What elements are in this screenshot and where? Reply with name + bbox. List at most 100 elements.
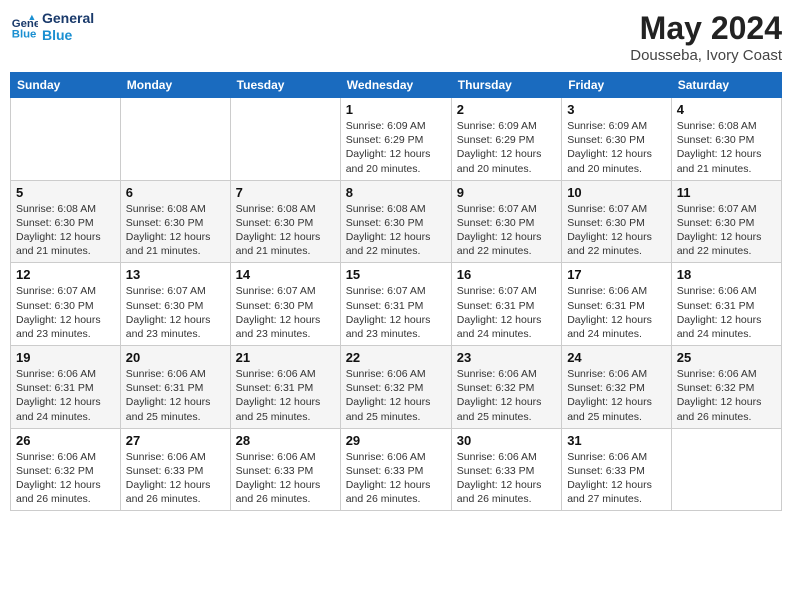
calendar-cell: 30 Sunrise: 6:06 AM Sunset: 6:33 PM Dayli… (451, 428, 561, 511)
day-number: 30 (457, 433, 556, 448)
day-info: Sunrise: 6:06 AM Sunset: 6:31 PM Dayligh… (126, 367, 225, 424)
calendar-cell: 5 Sunrise: 6:08 AM Sunset: 6:30 PM Daylig… (11, 180, 121, 263)
calendar-cell: 24 Sunrise: 6:06 AM Sunset: 6:32 PM Dayli… (562, 346, 672, 429)
day-number: 16 (457, 267, 556, 282)
calendar-cell: 2 Sunrise: 6:09 AM Sunset: 6:29 PM Daylig… (451, 98, 561, 181)
day-info: Sunrise: 6:08 AM Sunset: 6:30 PM Dayligh… (677, 119, 776, 176)
day-info: Sunrise: 6:08 AM Sunset: 6:30 PM Dayligh… (236, 202, 335, 259)
day-info: Sunrise: 6:06 AM Sunset: 6:32 PM Dayligh… (16, 450, 115, 507)
day-info: Sunrise: 6:06 AM Sunset: 6:33 PM Dayligh… (567, 450, 666, 507)
day-info: Sunrise: 6:07 AM Sunset: 6:31 PM Dayligh… (457, 284, 556, 341)
day-info: Sunrise: 6:09 AM Sunset: 6:30 PM Dayligh… (567, 119, 666, 176)
day-header: Saturday (671, 73, 781, 98)
logo-line1: General (42, 10, 94, 27)
day-number: 24 (567, 350, 666, 365)
calendar-header-row: SundayMondayTuesdayWednesdayThursdayFrid… (11, 73, 782, 98)
day-number: 12 (16, 267, 115, 282)
calendar-cell: 9Sunrise: 6:07 AM Sunset: 6:30 PM Daylig… (451, 180, 561, 263)
calendar-week-row: 19 Sunrise: 6:06 AM Sunset: 6:31 PM Dayli… (11, 346, 782, 429)
day-number: 23 (457, 350, 556, 365)
day-number: 14 (236, 267, 335, 282)
day-header: Thursday (451, 73, 561, 98)
logo-icon: General Blue (10, 13, 38, 41)
day-number: 8 (346, 185, 446, 200)
calendar-cell: 10Sunrise: 6:07 AM Sunset: 6:30 PM Dayli… (562, 180, 672, 263)
calendar-cell: 22Sunrise: 6:06 AM Sunset: 6:32 PM Dayli… (340, 346, 451, 429)
day-header: Monday (120, 73, 230, 98)
calendar-cell: 8 Sunrise: 6:08 AM Sunset: 6:30 PM Daylig… (340, 180, 451, 263)
calendar-cell: 27 Sunrise: 6:06 AM Sunset: 6:33 PM Dayli… (120, 428, 230, 511)
day-info: Sunrise: 6:08 AM Sunset: 6:30 PM Dayligh… (16, 202, 115, 259)
day-number: 13 (126, 267, 225, 282)
calendar-cell: 6 Sunrise: 6:08 AM Sunset: 6:30 PM Daylig… (120, 180, 230, 263)
calendar-cell: 23 Sunrise: 6:06 AM Sunset: 6:32 PM Dayli… (451, 346, 561, 429)
calendar-cell: 19 Sunrise: 6:06 AM Sunset: 6:31 PM Dayli… (11, 346, 121, 429)
logo: General Blue General Blue (10, 10, 94, 44)
day-header: Friday (562, 73, 672, 98)
day-info: Sunrise: 6:06 AM Sunset: 6:31 PM Dayligh… (236, 367, 335, 424)
day-info: Sunrise: 6:06 AM Sunset: 6:33 PM Dayligh… (236, 450, 335, 507)
day-info: Sunrise: 6:06 AM Sunset: 6:31 PM Dayligh… (677, 284, 776, 341)
day-info: Sunrise: 6:07 AM Sunset: 6:30 PM Dayligh… (236, 284, 335, 341)
day-header: Tuesday (230, 73, 340, 98)
calendar-cell: 13 Sunrise: 6:07 AM Sunset: 6:30 PM Dayli… (120, 263, 230, 346)
calendar-cell: 16 Sunrise: 6:07 AM Sunset: 6:31 PM Dayli… (451, 263, 561, 346)
calendar-cell: 3 Sunrise: 6:09 AM Sunset: 6:30 PM Daylig… (562, 98, 672, 181)
day-header: Sunday (11, 73, 121, 98)
calendar-cell: 25Sunrise: 6:06 AM Sunset: 6:32 PM Dayli… (671, 346, 781, 429)
calendar-cell: 18 Sunrise: 6:06 AM Sunset: 6:31 PM Dayli… (671, 263, 781, 346)
calendar-cell (11, 98, 121, 181)
day-info: Sunrise: 6:06 AM Sunset: 6:33 PM Dayligh… (346, 450, 446, 507)
calendar-cell: 1Sunrise: 6:09 AM Sunset: 6:29 PM Daylig… (340, 98, 451, 181)
calendar-cell (120, 98, 230, 181)
day-info: Sunrise: 6:06 AM Sunset: 6:32 PM Dayligh… (457, 367, 556, 424)
day-number: 15 (346, 267, 446, 282)
day-number: 5 (16, 185, 115, 200)
day-number: 28 (236, 433, 335, 448)
day-info: Sunrise: 6:07 AM Sunset: 6:30 PM Dayligh… (16, 284, 115, 341)
logo-line2: Blue (42, 27, 94, 44)
page-header: General Blue General Blue May 2024 Douss… (10, 10, 782, 64)
day-number: 7 (236, 185, 335, 200)
calendar-cell (230, 98, 340, 181)
day-number: 6 (126, 185, 225, 200)
calendar-week-row: 26 Sunrise: 6:06 AM Sunset: 6:32 PM Dayli… (11, 428, 782, 511)
location: Dousseba, Ivory Coast (630, 47, 782, 64)
calendar-cell: 4 Sunrise: 6:08 AM Sunset: 6:30 PM Daylig… (671, 98, 781, 181)
day-info: Sunrise: 6:07 AM Sunset: 6:30 PM Dayligh… (457, 202, 556, 259)
day-number: 27 (126, 433, 225, 448)
calendar-cell: 26 Sunrise: 6:06 AM Sunset: 6:32 PM Dayli… (11, 428, 121, 511)
day-info: Sunrise: 6:07 AM Sunset: 6:30 PM Dayligh… (126, 284, 225, 341)
day-info: Sunrise: 6:07 AM Sunset: 6:30 PM Dayligh… (567, 202, 666, 259)
day-number: 26 (16, 433, 115, 448)
day-number: 22 (346, 350, 446, 365)
day-info: Sunrise: 6:08 AM Sunset: 6:30 PM Dayligh… (346, 202, 446, 259)
day-info: Sunrise: 6:06 AM Sunset: 6:33 PM Dayligh… (126, 450, 225, 507)
day-number: 19 (16, 350, 115, 365)
day-number: 11 (677, 185, 776, 200)
day-info: Sunrise: 6:06 AM Sunset: 6:31 PM Dayligh… (16, 367, 115, 424)
day-number: 4 (677, 102, 776, 117)
calendar-cell: 11Sunrise: 6:07 AM Sunset: 6:30 PM Dayli… (671, 180, 781, 263)
title-block: May 2024 Dousseba, Ivory Coast (630, 10, 782, 64)
svg-text:Blue: Blue (12, 28, 37, 40)
day-number: 31 (567, 433, 666, 448)
calendar-cell: 21 Sunrise: 6:06 AM Sunset: 6:31 PM Dayli… (230, 346, 340, 429)
day-number: 3 (567, 102, 666, 117)
calendar-cell: 28 Sunrise: 6:06 AM Sunset: 6:33 PM Dayli… (230, 428, 340, 511)
day-number: 25 (677, 350, 776, 365)
day-number: 2 (457, 102, 556, 117)
day-info: Sunrise: 6:06 AM Sunset: 6:32 PM Dayligh… (567, 367, 666, 424)
calendar-cell: 14 Sunrise: 6:07 AM Sunset: 6:30 PM Dayli… (230, 263, 340, 346)
day-info: Sunrise: 6:08 AM Sunset: 6:30 PM Dayligh… (126, 202, 225, 259)
calendar-week-row: 5 Sunrise: 6:08 AM Sunset: 6:30 PM Daylig… (11, 180, 782, 263)
calendar-cell (671, 428, 781, 511)
day-number: 18 (677, 267, 776, 282)
calendar-week-row: 12 Sunrise: 6:07 AM Sunset: 6:30 PM Dayli… (11, 263, 782, 346)
day-number: 21 (236, 350, 335, 365)
day-info: Sunrise: 6:06 AM Sunset: 6:33 PM Dayligh… (457, 450, 556, 507)
calendar-cell: 15Sunrise: 6:07 AM Sunset: 6:31 PM Dayli… (340, 263, 451, 346)
day-info: Sunrise: 6:09 AM Sunset: 6:29 PM Dayligh… (457, 119, 556, 176)
calendar-cell: 7 Sunrise: 6:08 AM Sunset: 6:30 PM Daylig… (230, 180, 340, 263)
calendar-cell: 17Sunrise: 6:06 AM Sunset: 6:31 PM Dayli… (562, 263, 672, 346)
